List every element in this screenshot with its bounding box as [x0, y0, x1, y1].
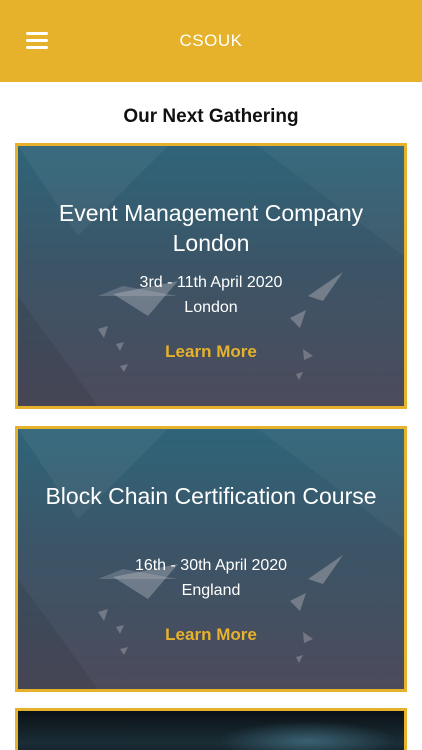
event-title: Event Management Company London [58, 200, 364, 256]
learn-more-link[interactable]: Learn More [18, 342, 404, 362]
event-card-partial[interactable] [15, 708, 407, 750]
event-card[interactable]: Event Management Company London 3rd - 11… [15, 143, 407, 409]
section-title: Our Next Gathering [123, 106, 299, 127]
card-background-image [218, 721, 398, 750]
event-dates: 16th - 30th April 2020 [134, 557, 288, 574]
app-title: CSOUK [179, 31, 243, 50]
event-dates: 3rd - 11th April 2020 [139, 274, 283, 291]
learn-more-link[interactable]: Learn More [18, 625, 404, 645]
event-location: London [184, 299, 238, 316]
event-title: Block Chain Certification Course [45, 483, 377, 509]
event-card[interactable]: Block Chain Certification Course 16th - … [15, 426, 407, 692]
event-location: England [181, 582, 241, 599]
top-app-bar: CSOUK [0, 0, 422, 82]
